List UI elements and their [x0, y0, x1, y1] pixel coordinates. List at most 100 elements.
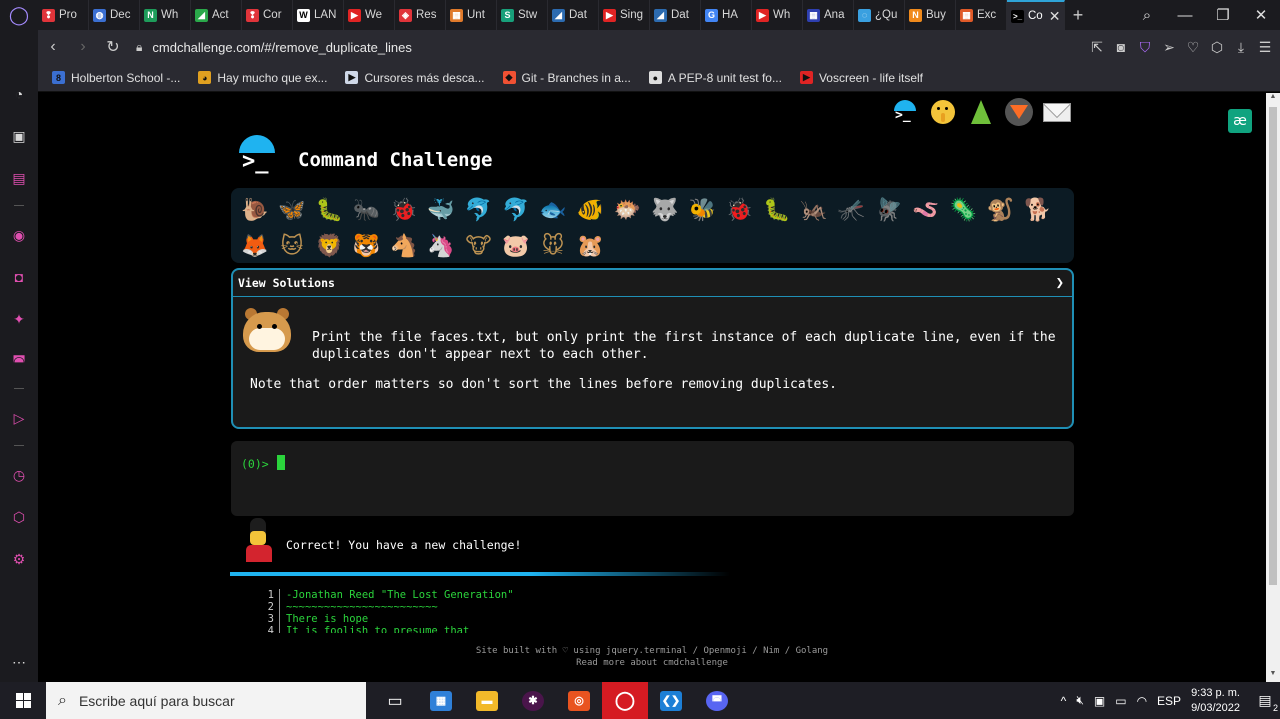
taskbar-search[interactable]: ⌕ Escribe aquí para buscar: [46, 682, 366, 719]
cube-icon[interactable]: ⬡: [9, 507, 29, 527]
back-button[interactable]: ‹: [38, 38, 68, 56]
challenge-animal-icon[interactable]: 🐴: [385, 234, 422, 259]
challenge-animal-icon[interactable]: 🐛: [311, 198, 348, 223]
challenge-animal-icon[interactable]: 🐺: [646, 198, 683, 223]
slack-icon[interactable]: ✱: [510, 682, 556, 719]
tab-2[interactable]: N Wh: [140, 0, 191, 30]
bookmark-0[interactable]: 8 Holberton School -...: [52, 71, 180, 85]
terminal-icon[interactable]: >_: [890, 97, 920, 127]
challenge-animal-icon[interactable]: 🐞: [385, 198, 422, 223]
windows-start-icon[interactable]: [0, 682, 46, 719]
bookmark-5[interactable]: ▶ Voscreen - life itself: [799, 71, 923, 85]
challenge-animal-icon[interactable]: 🪰: [870, 198, 907, 223]
task-view-icon[interactable]: ▭: [372, 682, 418, 719]
challenge-animal-icon[interactable]: 🐬: [497, 198, 534, 223]
challenge-animal-icon[interactable]: 🐬: [460, 198, 497, 223]
send-icon[interactable]: ➢: [1162, 39, 1176, 56]
challenge-animal-icon[interactable]: 🦗: [795, 198, 832, 223]
battery-icon[interactable]: ▭: [1115, 694, 1126, 708]
challenge-animal-icon[interactable]: 🐷: [497, 234, 534, 259]
bookmark-4[interactable]: ● A PEP-8 unit test fo...: [648, 71, 782, 85]
challenge-animal-icon[interactable]: 🦠: [945, 198, 982, 223]
bookmark-2[interactable]: ▶ Cursores más desca...: [345, 71, 485, 85]
bookmark-1[interactable]: ◕ Hay mucho que ex...: [198, 71, 327, 85]
challenge-animal-icon[interactable]: 🦄: [422, 234, 459, 259]
challenge-animal-icon[interactable]: 🐹: [572, 234, 609, 259]
tab-4[interactable]: ❢ Cor: [242, 0, 293, 30]
tab-5[interactable]: W LAN: [293, 0, 344, 30]
close-window-button[interactable]: ✕: [1242, 6, 1280, 24]
history-icon[interactable]: ◷: [9, 465, 29, 485]
tab-8[interactable]: ▦ Unt: [446, 0, 497, 30]
chevron-right-icon[interactable]: ❯: [1056, 275, 1064, 291]
language-indicator[interactable]: ESP: [1157, 694, 1181, 708]
challenge-animal-icon[interactable]: 🐮: [460, 234, 497, 259]
view-solutions-header[interactable]: View Solutions ❯: [233, 270, 1072, 297]
challenge-animal-icon[interactable]: 🐒: [982, 198, 1019, 223]
speed-dial-icon[interactable]: ◔: [9, 84, 29, 104]
challenge-animal-icon[interactable]: 🐛: [758, 198, 795, 223]
challenge-animal-icon[interactable]: 🐟: [534, 198, 571, 223]
bookmark-3[interactable]: ◆ Git - Branches in a...: [502, 71, 631, 85]
envelope-icon[interactable]: [1042, 97, 1072, 127]
minimize-button[interactable]: —: [1166, 7, 1204, 24]
share-icon[interactable]: ⇱: [1090, 39, 1104, 56]
tab-1[interactable]: ◍ Dec: [89, 0, 140, 30]
tab-15[interactable]: ▦ Ana: [803, 0, 854, 30]
shushing-face-icon[interactable]: [928, 97, 958, 127]
site-logo[interactable]: >_: [236, 133, 278, 175]
volume-mute-icon[interactable]: 🔇︎: [1076, 693, 1084, 708]
clock[interactable]: 9:33 p. m. 9/03/2022: [1191, 686, 1240, 716]
reload-button[interactable]: ↻: [98, 37, 128, 57]
extensions-icon[interactable]: ⬡: [1210, 39, 1224, 56]
tab-18[interactable]: ▦ Exc: [956, 0, 1007, 30]
tab-active[interactable]: >_ Co ✕: [1007, 0, 1065, 30]
footer-read-more-link[interactable]: Read more about cmdchallenge: [438, 657, 866, 669]
challenge-animal-icon[interactable]: 🐕: [1019, 198, 1056, 223]
challenge-animal-icon[interactable]: 🦋: [273, 198, 310, 223]
tab-search-icon[interactable]: ⌕: [1128, 7, 1166, 24]
instagram-icon[interactable]: ◘: [9, 267, 29, 287]
tab-0[interactable]: ❢ Pro: [38, 0, 89, 30]
tab-17[interactable]: N Buy: [905, 0, 956, 30]
page-scrollbar[interactable]: ▲ ▼: [1266, 93, 1280, 682]
snapshot-icon[interactable]: ◙: [1114, 39, 1128, 55]
download-icon[interactable]: ⤓: [1234, 39, 1248, 56]
tab-14[interactable]: ▶ Wh: [752, 0, 803, 30]
restore-button[interactable]: ❐: [1204, 6, 1242, 24]
vscode-icon[interactable]: ❮❯: [648, 682, 694, 719]
scroll-down-icon[interactable]: ▼: [1266, 670, 1280, 682]
terminal[interactable]: (0)>: [231, 441, 1074, 516]
challenge-animal-icon[interactable]: 🐌: [236, 198, 273, 223]
challenge-animal-icon[interactable]: 🦟: [833, 198, 870, 223]
new-tab-button[interactable]: +: [1065, 5, 1091, 26]
ae-extension-badge[interactable]: æ: [1228, 109, 1252, 133]
challenge-animal-icon[interactable]: 🐳: [422, 198, 459, 223]
tab-11[interactable]: ▶ Sing: [599, 0, 650, 30]
challenge-animal-icon[interactable]: 🐝: [684, 198, 721, 223]
store-icon[interactable]: ▦: [418, 682, 464, 719]
gitlab-icon[interactable]: [1004, 97, 1034, 127]
scrollbar-thumb[interactable]: [1269, 107, 1277, 585]
tab-16[interactable]: ◌ ¿Qu: [854, 0, 905, 30]
challenge-animal-icon[interactable]: 🦁: [311, 234, 348, 259]
heart-icon[interactable]: ♡: [1186, 39, 1200, 56]
whatsapp-icon[interactable]: ◉: [9, 225, 29, 245]
close-tab-icon[interactable]: ✕: [1049, 8, 1061, 25]
challenge-animal-icon[interactable]: 🐞: [721, 198, 758, 223]
challenge-animal-icon[interactable]: 🐡: [609, 198, 646, 223]
tab-9[interactable]: S Stw: [497, 0, 548, 30]
briefcase-icon[interactable]: ▣: [9, 126, 29, 146]
twitter-icon[interactable]: ✦: [9, 309, 29, 329]
discord-taskbar-icon[interactable]: ◚: [694, 682, 740, 719]
url-field[interactable]: cmdchallenge.com/#/remove_duplicate_line…: [152, 40, 411, 55]
challenge-animal-icon[interactable]: 🐭: [534, 234, 571, 259]
challenge-animal-icon[interactable]: 🪱: [907, 198, 944, 223]
scroll-up-icon[interactable]: ▲: [1266, 93, 1280, 105]
menu-icon[interactable]: ☰: [1258, 39, 1272, 56]
wifi-icon[interactable]: ◠: [1137, 694, 1147, 708]
more-icon[interactable]: ⋯: [9, 652, 29, 672]
tab-6[interactable]: ▶ We: [344, 0, 395, 30]
twitch-icon[interactable]: ▤: [9, 168, 29, 188]
notification-center-icon[interactable]: ▤ 2: [1250, 692, 1280, 713]
